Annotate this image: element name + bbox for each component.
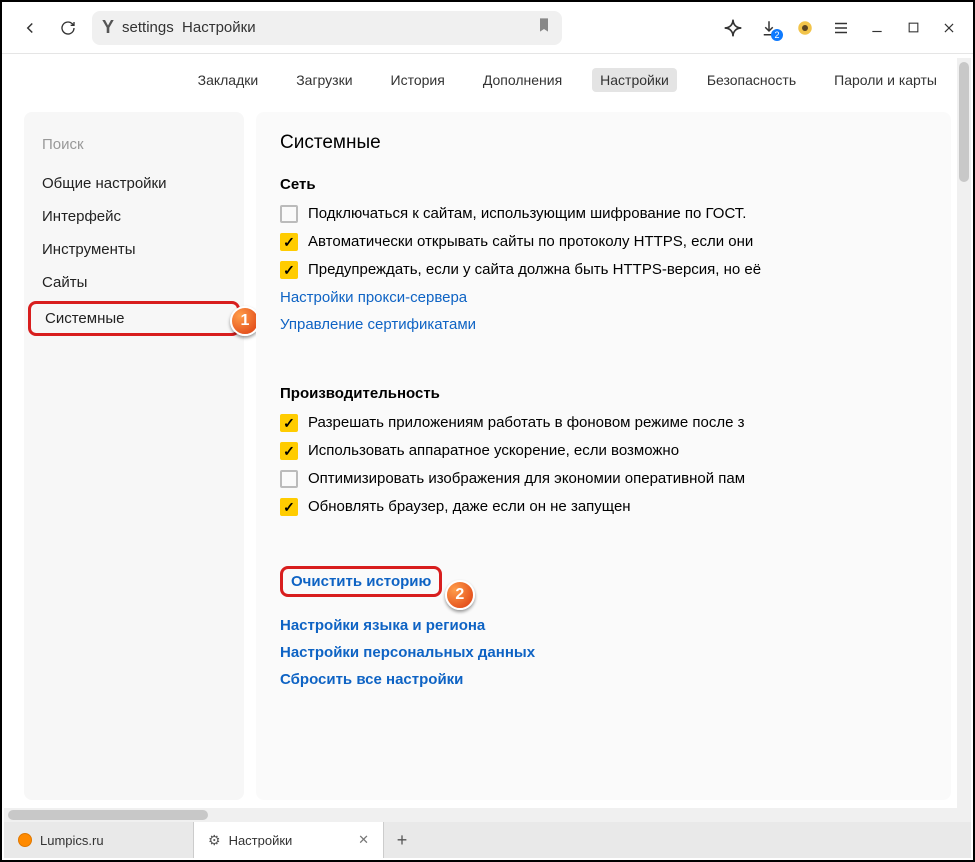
settings-sidebar: Поиск Общие настройки Интерфейс Инструме… <box>24 112 244 800</box>
settings-content: Системные Сеть Подключаться к сайтам, ис… <box>256 112 951 800</box>
checkbox-label: Автоматически открывать сайты по протоко… <box>308 233 753 250</box>
tab-label: Настройки <box>229 833 293 848</box>
checkbox-icon[interactable] <box>280 261 298 279</box>
nav-downloads[interactable]: Загрузки <box>288 68 360 92</box>
checkbox-icon[interactable] <box>280 470 298 488</box>
checkbox-label: Использовать аппаратное ускорение, если … <box>308 442 679 459</box>
sidebar-item-sites[interactable]: Сайты <box>24 266 244 299</box>
sidebar-item-system[interactable]: Системные <box>28 301 240 336</box>
nav-extensions[interactable]: Дополнения <box>475 68 570 92</box>
tab-strip: Lumpics.ru ⚙ Настройки ✕ + <box>4 822 971 858</box>
section-network-title: Сеть <box>280 176 927 193</box>
nav-security[interactable]: Безопасность <box>699 68 804 92</box>
sidebar-item-interface[interactable]: Интерфейс <box>24 200 244 233</box>
marker-2: 2 <box>445 580 475 610</box>
checkbox-label: Предупреждать, если у сайта должна быть … <box>308 261 761 278</box>
checkbox-update-bg[interactable]: Обновлять браузер, даже если он не запущ… <box>280 498 927 516</box>
sidebar-item-tools[interactable]: Инструменты <box>24 233 244 266</box>
yandex-logo-icon: Y <box>102 17 114 38</box>
link-certificates[interactable]: Управление сертификатами <box>280 316 927 333</box>
link-clear-history[interactable]: Очистить историю <box>280 566 442 597</box>
checkbox-icon[interactable] <box>280 205 298 223</box>
checkbox-icon[interactable] <box>280 498 298 516</box>
page-title: Системные <box>280 132 927 154</box>
nav-passwords[interactable]: Пароли и карты <box>826 68 945 92</box>
link-language-region[interactable]: Настройки языка и региона <box>280 617 927 634</box>
settings-nav: Закладки Загрузки История Дополнения Нас… <box>2 54 973 102</box>
checkbox-label: Оптимизировать изображения для экономии … <box>308 470 745 487</box>
checkbox-label: Подключаться к сайтам, использующим шифр… <box>308 205 746 222</box>
downloads-icon[interactable]: 2 <box>759 18 779 38</box>
checkbox-https-warn[interactable]: Предупреждать, если у сайта должна быть … <box>280 261 927 279</box>
browser-toolbar: Y 2 <box>2 2 973 54</box>
address-input[interactable] <box>122 19 528 36</box>
maximize-button[interactable] <box>903 18 923 38</box>
menu-icon[interactable] <box>831 18 851 38</box>
back-button[interactable] <box>16 14 44 42</box>
tab-label: Lumpics.ru <box>40 833 104 848</box>
checkbox-hw-accel[interactable]: Использовать аппаратное ускорение, если … <box>280 442 927 460</box>
sidebar-item-general[interactable]: Общие настройки <box>24 167 244 200</box>
tab-close-icon[interactable]: ✕ <box>358 832 369 848</box>
checkbox-icon[interactable] <box>280 442 298 460</box>
favicon-icon <box>18 833 32 847</box>
tab-settings[interactable]: ⚙ Настройки ✕ <box>194 822 384 858</box>
extension-icon[interactable] <box>795 18 815 38</box>
close-button[interactable] <box>939 18 959 38</box>
bookmark-icon[interactable] <box>536 17 552 38</box>
scrollbar-thumb[interactable] <box>8 810 208 820</box>
checkbox-background-apps[interactable]: Разрешать приложениям работать в фоновом… <box>280 414 927 432</box>
vertical-scrollbar[interactable] <box>957 58 971 808</box>
checkbox-icon[interactable] <box>280 414 298 432</box>
link-reset-settings[interactable]: Сбросить все настройки <box>280 671 927 688</box>
minimize-button[interactable] <box>867 18 887 38</box>
gear-icon: ⚙ <box>208 832 221 849</box>
section-performance-title: Производительность <box>280 385 927 402</box>
address-bar[interactable]: Y <box>92 11 562 45</box>
link-personal-data[interactable]: Настройки персональных данных <box>280 644 927 661</box>
sidebar-search[interactable]: Поиск <box>24 126 244 167</box>
checkbox-optimize-images[interactable]: Оптимизировать изображения для экономии … <box>280 470 927 488</box>
nav-bookmarks[interactable]: Закладки <box>190 68 267 92</box>
checkbox-https-auto[interactable]: Автоматически открывать сайты по протоко… <box>280 233 927 251</box>
zen-icon[interactable] <box>723 18 743 38</box>
reload-button[interactable] <box>54 14 82 42</box>
nav-settings[interactable]: Настройки <box>592 68 677 92</box>
nav-history[interactable]: История <box>383 68 453 92</box>
link-proxy-settings[interactable]: Настройки прокси-сервера <box>280 289 927 306</box>
main-area: Поиск Общие настройки Интерфейс Инструме… <box>2 102 973 810</box>
scrollbar-thumb[interactable] <box>959 62 969 182</box>
checkbox-label: Разрешать приложениям работать в фоновом… <box>308 414 745 431</box>
checkbox-icon[interactable] <box>280 233 298 251</box>
tab-lumpics[interactable]: Lumpics.ru <box>4 822 194 858</box>
horizontal-scrollbar[interactable] <box>4 808 971 822</box>
checkbox-label: Обновлять браузер, даже если он не запущ… <box>308 498 631 515</box>
new-tab-button[interactable]: + <box>384 822 420 858</box>
downloads-badge: 2 <box>771 29 783 41</box>
checkbox-gost[interactable]: Подключаться к сайтам, использующим шифр… <box>280 205 927 223</box>
